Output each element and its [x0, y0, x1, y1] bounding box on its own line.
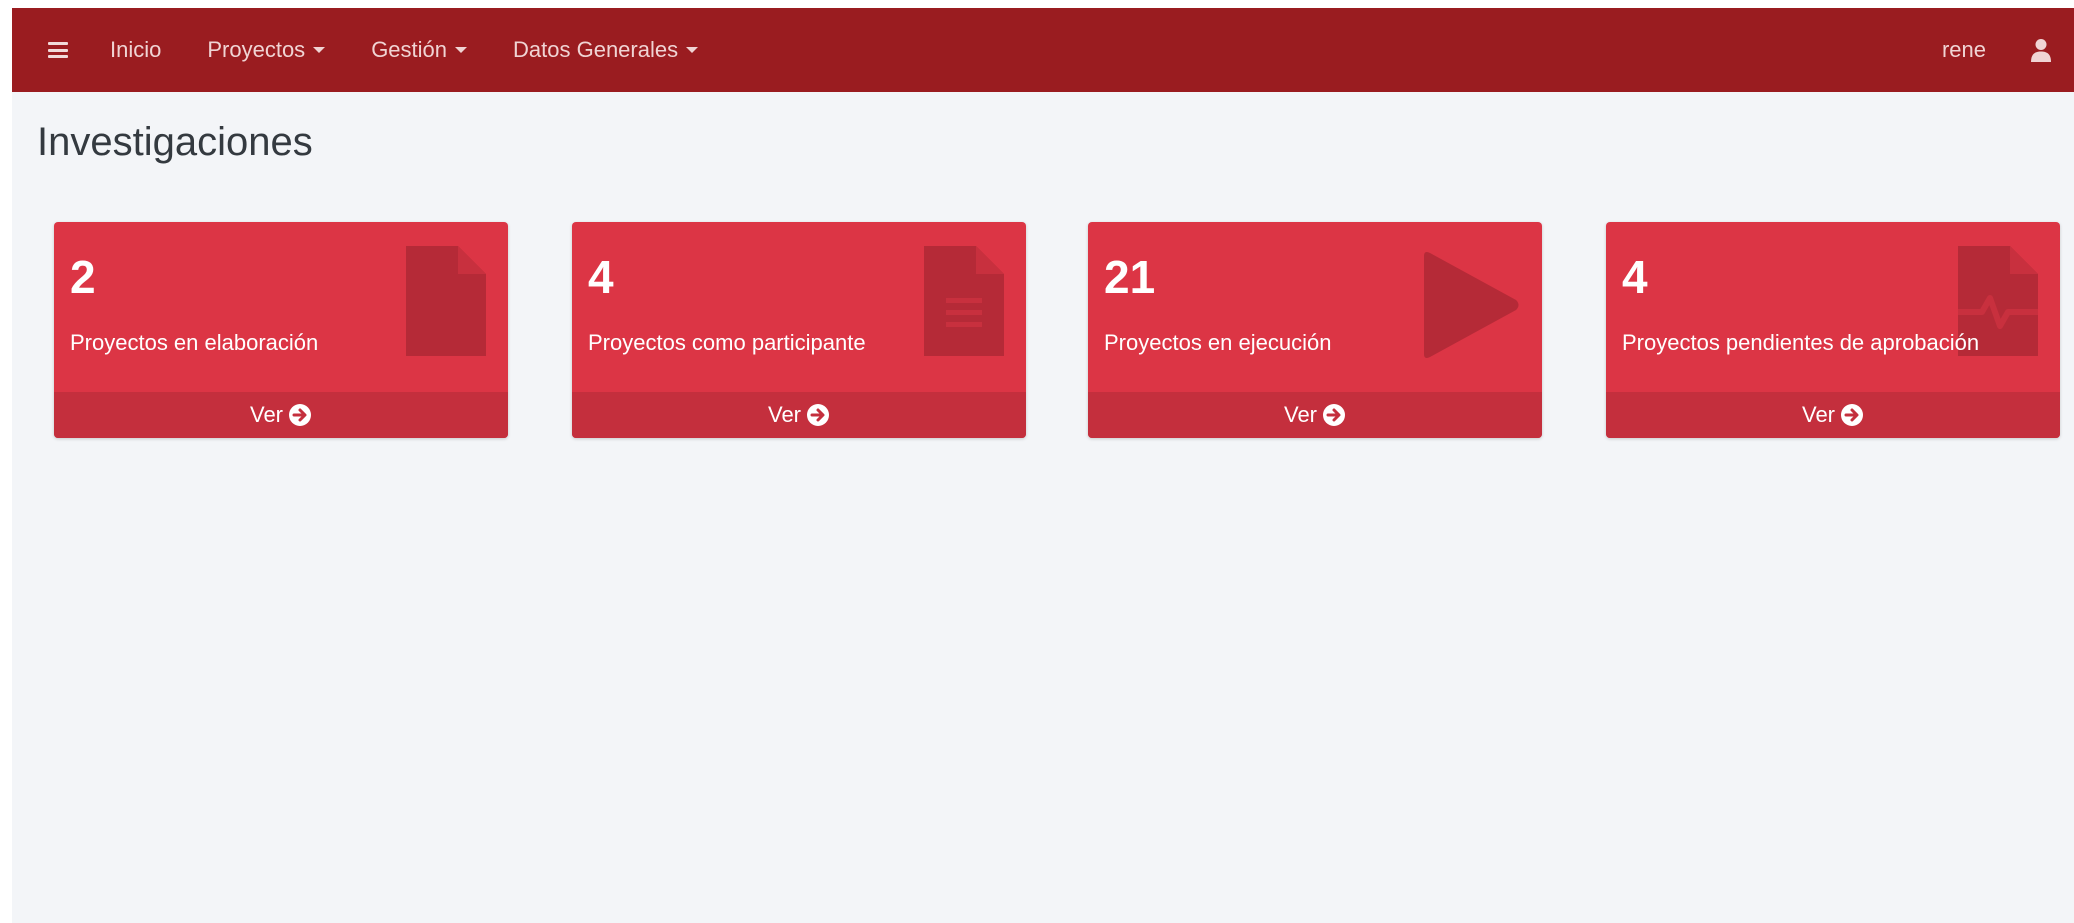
card-footer-ver-link[interactable]: Ver: [1088, 392, 1542, 438]
nav-item-inicio[interactable]: Inicio: [110, 37, 161, 63]
arrow-circle-right-icon: [289, 404, 312, 426]
card-proyectos-pendientes: 4 Proyectos pendientes de aprobación Ver: [1606, 222, 2060, 438]
nav-item-gestion[interactable]: Gestión: [371, 37, 468, 63]
nav-item-proyectos-label: Proyectos: [207, 37, 306, 62]
card-footer-ver-link[interactable]: Ver: [54, 392, 508, 438]
play-icon: [1424, 250, 1520, 365]
card-footer-label: Ver: [249, 402, 284, 427]
arrow-circle-right-icon: [1323, 404, 1346, 426]
file-text-icon: [924, 246, 1004, 361]
card-proyectos-elaboracion: 2 Proyectos en elaboración Ver: [54, 222, 508, 438]
card-footer-ver-link[interactable]: Ver: [572, 392, 1026, 438]
card-footer-label: Ver: [767, 402, 802, 427]
card-footer-label: Ver: [1283, 402, 1318, 427]
user-icon[interactable]: [2030, 38, 2052, 62]
top-navbar: Inicio Proyectos Gestión Datos Generales…: [12, 8, 2074, 92]
card-footer-ver-link[interactable]: Ver: [1606, 392, 2060, 438]
app-frame: Inicio Proyectos Gestión Datos Generales…: [12, 8, 2074, 923]
card-label: Proyectos pendientes de aprobación: [1622, 330, 1980, 355]
card-proyectos-ejecucion: 21 Proyectos en ejecución Ver: [1088, 222, 1542, 438]
card-proyectos-participante: 4 Proyectos como participante Ver: [572, 222, 1026, 438]
nav-item-gestion-label: Gestión: [371, 37, 448, 62]
nav-item-datos-generales-label: Datos Generales: [513, 37, 679, 62]
caret-down-icon: [455, 47, 468, 53]
caret-down-icon: [686, 47, 699, 53]
card-label: Proyectos como participante: [588, 330, 866, 355]
card-count: 4: [1622, 251, 1648, 303]
caret-down-icon: [313, 47, 326, 53]
file-icon: [406, 246, 486, 361]
card-label: Proyectos en ejecución: [1104, 330, 1332, 355]
nav-item-datos-generales[interactable]: Datos Generales: [513, 37, 699, 63]
nav-item-proyectos[interactable]: Proyectos: [207, 37, 326, 63]
card-label: Proyectos en elaboración: [70, 330, 319, 355]
card-footer-label: Ver: [1801, 402, 1836, 427]
card-count: 4: [588, 251, 614, 303]
menu-toggle-icon[interactable]: [48, 42, 68, 58]
card-count: 2: [70, 251, 96, 303]
arrow-circle-right-icon: [1841, 404, 1864, 426]
page-title: Investigaciones: [37, 120, 313, 164]
card-count: 21: [1104, 251, 1156, 303]
user-name-link[interactable]: rene: [1942, 37, 1986, 63]
arrow-circle-right-icon: [807, 404, 830, 426]
nav-right: rene: [1942, 37, 2074, 63]
